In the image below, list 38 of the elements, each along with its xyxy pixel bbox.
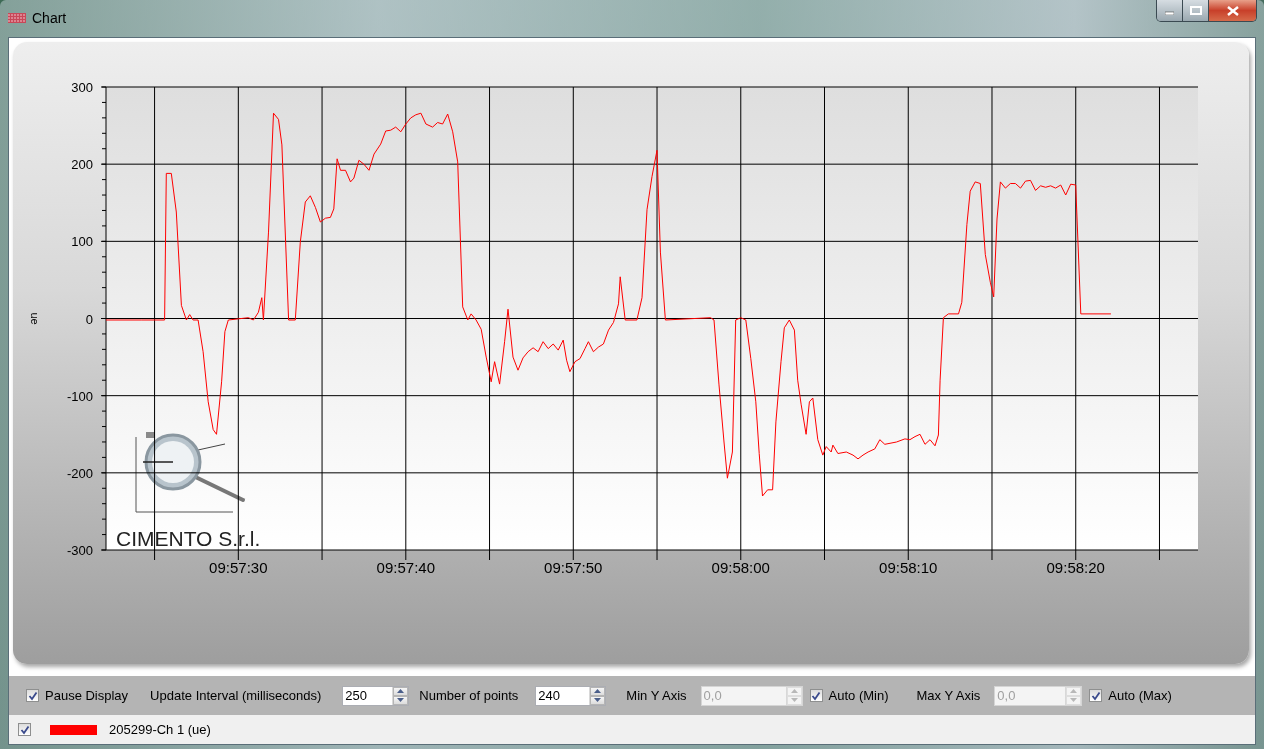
close-button[interactable] — [1208, 0, 1256, 21]
checkbox[interactable] — [26, 689, 39, 702]
spin-up-icon[interactable] — [397, 689, 405, 693]
number-field[interactable]: 250 — [342, 685, 410, 706]
x-tick-label: 09:58:20 — [1046, 559, 1105, 576]
maximize-button[interactable] — [1182, 0, 1208, 21]
y-tick-label: -200 — [66, 465, 93, 481]
y-tick-label: 200 — [71, 157, 93, 173]
x-tick-label: 09:57:50 — [544, 559, 603, 576]
spin-down-icon[interactable] — [397, 698, 405, 702]
checkbox-label: Auto (Min) — [828, 688, 889, 703]
spin-down-icon[interactable] — [594, 698, 602, 702]
number-field[interactable]: 240 — [535, 685, 607, 706]
app-icon — [8, 13, 26, 23]
x-tick-label: 09:58:10 — [879, 559, 938, 576]
y-axis-label: ue — [29, 312, 41, 325]
spin-up-icon[interactable] — [594, 689, 602, 693]
maximize-icon — [1189, 6, 1202, 15]
y-tick-label: -300 — [66, 543, 93, 558]
y-tick-label: 100 — [71, 234, 93, 250]
y-tick-label: -100 — [66, 388, 93, 404]
checkbox[interactable] — [1089, 689, 1103, 702]
checkbox[interactable] — [18, 723, 31, 736]
field-label: Number of points — [419, 688, 519, 703]
x-tick-label: 09:57:30 — [209, 559, 268, 576]
window-title: Chart — [32, 10, 67, 26]
field-label: Max Y Axis — [916, 688, 981, 703]
series-label: 205299-Ch 1 (ue) — [109, 722, 211, 737]
checkbox-label: Pause Display — [45, 688, 129, 703]
y-tick-label: 0 — [85, 311, 93, 327]
field-label: Min Y Axis — [626, 688, 687, 703]
field-label: Update Interval (milliseconds) — [150, 688, 322, 703]
close-icon — [1226, 5, 1239, 16]
checkbox-label: Auto (Max) — [1108, 688, 1172, 703]
checkbox[interactable] — [809, 689, 823, 702]
x-tick-label: 09:58:00 — [711, 559, 770, 576]
y-tick-label: 300 — [71, 80, 93, 95]
x-tick-label: 09:57:40 — [376, 559, 435, 576]
